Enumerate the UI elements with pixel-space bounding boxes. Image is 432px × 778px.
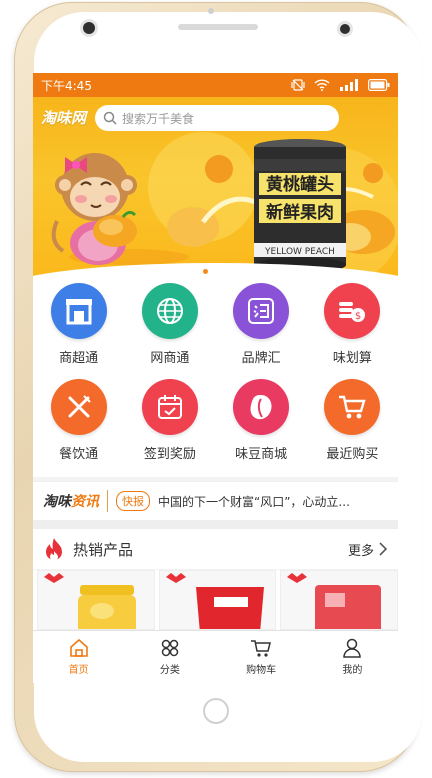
phone-sensor [208, 8, 214, 14]
news-tag: 快报 [116, 491, 150, 511]
grid-label: 味豆商城 [235, 447, 288, 462]
grid-label: 品牌汇 [241, 351, 281, 366]
tab-label: 首页 [68, 665, 89, 676]
phone-speaker [178, 24, 258, 30]
can-title: 黄桃罐头 [266, 174, 334, 195]
cart-icon [251, 640, 272, 657]
bottom-tab-bar: 首页 分类 购物车 我的 [33, 630, 398, 683]
utensils-icon [50, 379, 107, 435]
can-subtitle: 新鲜果肉 [266, 202, 334, 223]
peach-can-illustration: 黄桃罐头 新鲜果肉 YELLOW PEACH [254, 139, 346, 273]
product-card[interactable] [280, 570, 398, 630]
grid-label: 商超通 [59, 351, 99, 366]
status-time: 下午4:45 [41, 78, 92, 93]
section-gap [33, 521, 398, 529]
grid-item-wangshangtong[interactable]: 网商通 [124, 283, 215, 379]
grid-item-weihuasuan[interactable]: $ 味划算 [307, 283, 398, 379]
hot-products-header: 热销产品 更多 [33, 529, 398, 569]
news-logo: 淘味资讯 [43, 491, 99, 511]
grid-item-canyintong[interactable]: 餐饮通 [33, 379, 124, 475]
product-bag-image [195, 587, 264, 629]
calendar-check-icon [141, 379, 198, 435]
category-icon [161, 639, 179, 657]
news-logo-highlight: 资讯 [71, 494, 99, 510]
grid-item-pinpaihui[interactable]: 品牌汇 [216, 283, 307, 379]
news-logo-part: 淘味 [43, 494, 71, 510]
tab-label: 分类 [159, 665, 180, 676]
front-camera [83, 22, 95, 34]
more-link[interactable]: 更多 [348, 540, 388, 559]
product-pack-image [315, 585, 382, 629]
product-card[interactable] [37, 570, 155, 630]
grid-label: 最近购买 [326, 447, 379, 462]
grid-item-qiandao[interactable]: 签到奖励 [124, 379, 215, 475]
grid-label: 签到奖励 [143, 447, 196, 462]
grid-label: 餐饮通 [59, 447, 99, 462]
product-jar-image [78, 585, 136, 629]
globe-icon [141, 283, 198, 339]
wifi-icon [314, 79, 330, 91]
svg-text:$: $ [355, 311, 361, 322]
battery-icon [368, 79, 390, 91]
product-list [33, 570, 398, 630]
banner-dot-active[interactable] [203, 269, 208, 274]
category-grid: 商超通 网商通 品牌汇 $ 味划算 餐饮通 签到奖励 味豆商城 最近购买 [33, 279, 398, 477]
proximity-sensor [340, 24, 350, 34]
app-screen: 下午4:45 淘味网 搜索万千美食 黄桃罐头 新鲜果肉 YELLOW PEACH… [33, 73, 398, 683]
hot-badge-icon [287, 573, 308, 583]
news-headline[interactable]: 中国的下一个财富“风口”，心动立... [158, 493, 350, 510]
can-en-label: YELLOW PEACH [264, 247, 335, 257]
tab-home[interactable]: 首页 [33, 631, 124, 683]
grid-label: 味划算 [332, 351, 372, 366]
cart-icon [324, 379, 381, 435]
news-ticker[interactable]: 淘味资讯 快报 中国的下一个财富“风口”，心动立... [33, 481, 398, 521]
tab-category[interactable]: 分类 [124, 631, 215, 683]
brand-icon [233, 283, 290, 339]
promo-banner[interactable]: 淘味网 搜索万千美食 黄桃罐头 新鲜果肉 YELLOW PEACH [33, 97, 398, 279]
grid-item-shangchaotong[interactable]: 商超通 [33, 283, 124, 379]
vibrate-icon [291, 79, 305, 91]
grid-item-weidou[interactable]: 味豆商城 [216, 379, 307, 475]
hot-badge-icon [44, 573, 64, 583]
user-icon [343, 638, 362, 658]
hot-title: 热销产品 [73, 540, 134, 559]
chevron-right-icon [379, 542, 388, 556]
bean-icon [233, 379, 290, 435]
home-button[interactable] [203, 698, 229, 724]
grid-label: 网商通 [150, 351, 190, 366]
tab-label: 我的 [342, 665, 363, 676]
monkey-mascot-illustration [51, 153, 137, 265]
app-logo: 淘味网 [41, 108, 87, 127]
banner-pager [203, 269, 208, 274]
signal-icon [340, 79, 358, 91]
search-input[interactable]: 搜索万千美食 [95, 105, 339, 131]
search-placeholder: 搜索万千美食 [122, 111, 195, 126]
status-bar: 下午4:45 [33, 73, 398, 97]
product-card[interactable] [158, 570, 277, 630]
tab-profile[interactable]: 我的 [307, 631, 398, 683]
grid-item-zuijingoumai[interactable]: 最近购买 [307, 379, 398, 475]
coins-icon: $ [324, 283, 381, 339]
tab-label: 购物车 [246, 665, 277, 676]
more-label: 更多 [347, 543, 374, 559]
store-icon [50, 283, 107, 339]
home-icon [69, 638, 88, 657]
search-icon [103, 111, 117, 125]
tab-cart[interactable]: 购物车 [216, 631, 307, 683]
divider [107, 490, 108, 512]
fire-icon [46, 538, 62, 561]
hot-badge-icon [165, 573, 186, 583]
